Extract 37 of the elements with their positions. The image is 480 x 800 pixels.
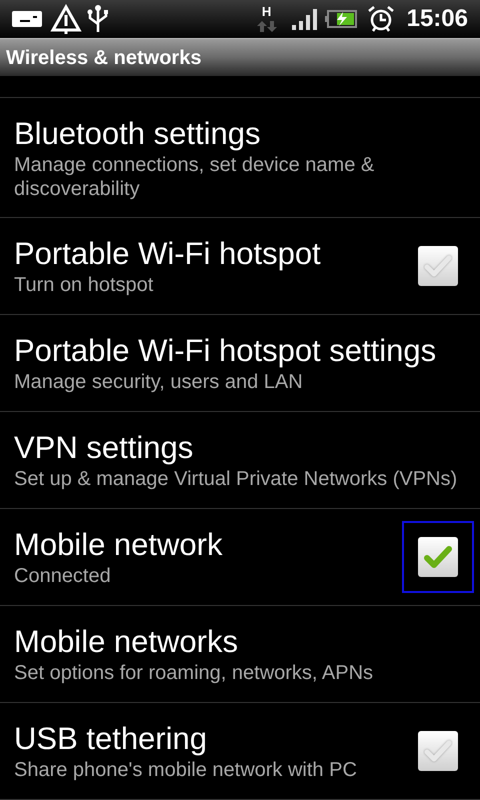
- clock-text: 15:06: [406, 4, 468, 34]
- checkbox[interactable]: [418, 246, 458, 286]
- item-title: Mobile network: [14, 526, 224, 564]
- settings-row[interactable]: Portable Wi-Fi hotspot Turn on hotspot: [0, 218, 480, 315]
- item-title: Mobile networks: [14, 623, 239, 661]
- settings-row[interactable]: USB tethering Share phone's mobile network with PC: [0, 703, 480, 800]
- check-icon: [423, 253, 453, 279]
- screen-title: Wireless & networks: [6, 46, 202, 70]
- battery-charging-icon: [324, 8, 359, 30]
- settings-row[interactable]: Bluetooth settings Manage connections, set device name & discoverability: [0, 98, 480, 218]
- item-title: USB tethering: [14, 720, 208, 758]
- item-summary: Share phone's mobile network with PC: [14, 758, 358, 782]
- network-type-text: H: [262, 5, 272, 19]
- item-summary: Set up & manage Virtual Private Networks (VPNs): [14, 467, 458, 491]
- checkbox[interactable]: [418, 537, 458, 577]
- checkbox[interactable]: [418, 731, 458, 771]
- settings-row[interactable]: Portable Wi-Fi hotspot settings Manage security, users and LAN: [0, 315, 480, 412]
- usb-icon: [86, 4, 110, 34]
- data-arrows-icon: [256, 19, 278, 33]
- item-summary: Manage connections, set device name & discoverability: [14, 152, 376, 200]
- item-title: Bluetooth settings: [14, 114, 262, 152]
- settings-row[interactable]: Mobile network Connected: [0, 509, 480, 606]
- signal-icon: [292, 8, 320, 30]
- item-title: Portable Wi-Fi hotspot: [14, 235, 322, 273]
- item-summary: Manage security, users and LAN: [14, 370, 304, 394]
- warning-icon: [50, 4, 82, 34]
- settings-row[interactable]: Mobile networks Set options for roaming, networks, APNs: [0, 606, 480, 703]
- item-summary: Connected: [14, 564, 112, 588]
- item-title: Portable Wi-Fi hotspot settings: [14, 332, 438, 370]
- alarm-clock-icon: [366, 5, 395, 33]
- check-icon: [423, 544, 453, 570]
- item-summary: Set options for roaming, networks, APNs: [14, 661, 374, 685]
- item-title: VPN settings: [14, 429, 194, 467]
- check-icon: [423, 738, 453, 764]
- message-icon: [12, 9, 44, 29]
- settings-row[interactable]: VPN settings Set up & manage Virtual Private Networks (VPNs): [0, 412, 480, 509]
- item-summary: Turn on hotspot: [14, 273, 154, 297]
